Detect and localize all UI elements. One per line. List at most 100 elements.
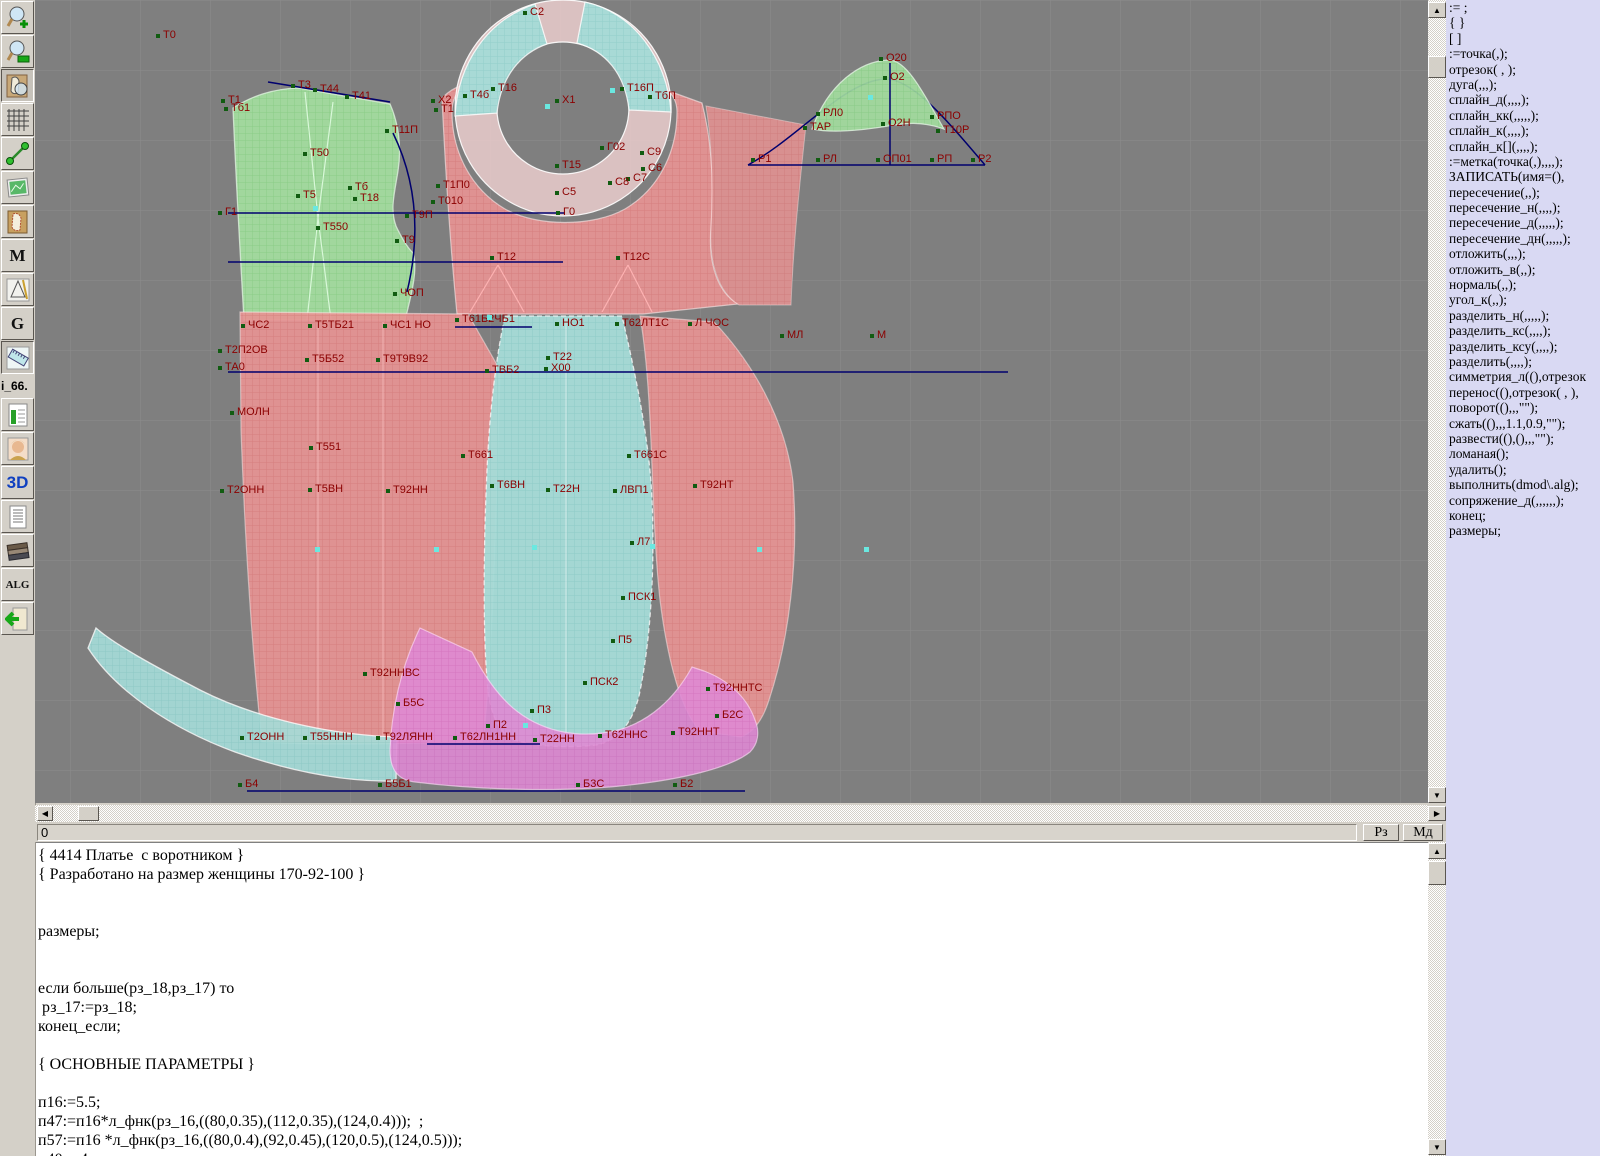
- function-list-item[interactable]: дуга(,,,);: [1446, 77, 1600, 92]
- point-marker[interactable]: [383, 324, 387, 328]
- point-marker[interactable]: [218, 211, 222, 215]
- function-list-item[interactable]: отложить(,,,);: [1446, 246, 1600, 261]
- point-marker[interactable]: [491, 87, 495, 91]
- point-marker[interactable]: [627, 454, 631, 458]
- point-label[interactable]: Л ЧОС: [695, 317, 729, 329]
- point-label[interactable]: Т10Р: [943, 124, 969, 136]
- point-label[interactable]: Т661С: [634, 449, 667, 461]
- point-label[interactable]: Б5С: [403, 697, 424, 709]
- point-label[interactable]: Т22Н: [553, 483, 580, 495]
- point-label[interactable]: Х1: [562, 94, 575, 106]
- point-marker[interactable]: [303, 736, 307, 740]
- point-marker[interactable]: [615, 322, 619, 326]
- point-label[interactable]: С2: [530, 6, 544, 18]
- point-marker[interactable]: [395, 239, 399, 243]
- exit-button[interactable]: [1, 602, 34, 635]
- point-marker[interactable]: [555, 99, 559, 103]
- point-label[interactable]: РП: [937, 153, 952, 165]
- zoom-in-button[interactable]: [1, 1, 34, 34]
- point-label[interactable]: РПО: [937, 110, 961, 122]
- point-label[interactable]: ТВБ2: [492, 364, 519, 376]
- point-label[interactable]: Т5ТБ21: [315, 319, 354, 331]
- point-label[interactable]: Т3: [298, 79, 311, 91]
- point-label[interactable]: Т9: [402, 234, 415, 246]
- point-marker[interactable]: [648, 95, 652, 99]
- function-list-item[interactable]: сплайн_д(,,,,);: [1446, 92, 1600, 107]
- point-marker[interactable]: [431, 99, 435, 103]
- point-label[interactable]: Т12С: [623, 251, 650, 263]
- function-list-item[interactable]: нормаль(,,);: [1446, 277, 1600, 292]
- point-label[interactable]: С7: [633, 172, 647, 184]
- point-marker[interactable]: [485, 369, 489, 373]
- point-label[interactable]: Р2: [978, 153, 991, 165]
- point-marker[interactable]: [583, 681, 587, 685]
- function-list-item[interactable]: разделить_ксу(,,,,);: [1446, 339, 1600, 354]
- point-marker[interactable]: [598, 734, 602, 738]
- point-marker[interactable]: [455, 318, 459, 322]
- function-list-item[interactable]: отрезок( , );: [1446, 62, 1600, 77]
- selected-point[interactable]: [610, 88, 615, 93]
- point-label[interactable]: ПСК1: [628, 591, 656, 603]
- function-list-item[interactable]: развести((),(),,,"");: [1446, 431, 1600, 446]
- point-label[interactable]: Т5: [303, 189, 316, 201]
- point-marker[interactable]: [220, 489, 224, 493]
- point-label[interactable]: ЧС1 НО: [390, 319, 431, 331]
- function-list-item[interactable]: сопряжение_д(,,,,,,);: [1446, 493, 1600, 508]
- function-list-item[interactable]: ЗАПИСАТЬ(имя=(),: [1446, 169, 1600, 184]
- point-label[interactable]: ТбП: [655, 90, 676, 102]
- point-label[interactable]: С6: [648, 162, 662, 174]
- point-marker[interactable]: [936, 129, 940, 133]
- point-marker[interactable]: [345, 95, 349, 99]
- point-label[interactable]: О2: [890, 71, 905, 83]
- point-marker[interactable]: [309, 446, 313, 450]
- editor-scroll-up-icon[interactable]: ▲: [1428, 843, 1446, 859]
- ruler-button[interactable]: [1, 341, 34, 374]
- point-marker[interactable]: [490, 256, 494, 260]
- point-label[interactable]: С8: [615, 176, 629, 188]
- editor-scroll-down-icon[interactable]: ▼: [1428, 1139, 1446, 1155]
- point-label[interactable]: Т92ННВС: [370, 667, 420, 679]
- point-marker[interactable]: [453, 736, 457, 740]
- algorithm-editor[interactable]: { 4414 Платье с воротником }{ Разработан…: [36, 842, 1428, 1156]
- function-list-item[interactable]: перенос((),отрезок( , ),: [1446, 385, 1600, 400]
- function-list-item[interactable]: пересечение_н(,,,,);: [1446, 200, 1600, 215]
- point-marker[interactable]: [930, 158, 934, 162]
- point-label[interactable]: Т661: [468, 449, 493, 461]
- point-marker[interactable]: [308, 324, 312, 328]
- point-marker[interactable]: [436, 184, 440, 188]
- rz-button[interactable]: Рз: [1363, 824, 1399, 841]
- point-label[interactable]: Х00: [551, 362, 571, 374]
- point-label[interactable]: Т18: [360, 192, 379, 204]
- function-list-item[interactable]: отложить_в(,,);: [1446, 262, 1600, 277]
- point-marker[interactable]: [434, 108, 438, 112]
- point-label[interactable]: П3: [537, 704, 551, 716]
- point-marker[interactable]: [386, 489, 390, 493]
- point-label[interactable]: НО1: [562, 317, 585, 329]
- point-label[interactable]: Б2: [680, 778, 693, 790]
- canvas-scroll-left-icon[interactable]: ◀: [37, 806, 53, 821]
- point-marker[interactable]: [883, 76, 887, 80]
- point-label[interactable]: Г1: [225, 206, 237, 218]
- point-marker[interactable]: [376, 358, 380, 362]
- function-list-item[interactable]: :=точка(,);: [1446, 46, 1600, 61]
- point-marker[interactable]: [613, 489, 617, 493]
- measure-segment-button[interactable]: [1, 137, 34, 170]
- function-list-item[interactable]: поворот((),,,"");: [1446, 400, 1600, 415]
- piece-front-skirt[interactable]: [484, 316, 653, 747]
- point-marker[interactable]: [224, 107, 228, 111]
- point-label[interactable]: Т55ННН: [310, 731, 353, 743]
- point-label[interactable]: Б3С: [583, 778, 604, 790]
- point-marker[interactable]: [291, 84, 295, 88]
- point-marker[interactable]: [240, 736, 244, 740]
- function-list-item[interactable]: пересечение_д(,,,,,);: [1446, 215, 1600, 230]
- point-marker[interactable]: [316, 226, 320, 230]
- library-button[interactable]: [1, 534, 34, 567]
- point-label[interactable]: ОП01: [883, 153, 912, 165]
- point-label[interactable]: О20: [886, 52, 907, 64]
- point-marker[interactable]: [546, 356, 550, 360]
- point-marker[interactable]: [393, 292, 397, 296]
- point-label[interactable]: Т0: [163, 29, 176, 41]
- function-list-item[interactable]: выполнить(dmod\.alg);: [1446, 477, 1600, 492]
- point-marker[interactable]: [530, 709, 534, 713]
- point-label[interactable]: Б2С: [722, 709, 743, 721]
